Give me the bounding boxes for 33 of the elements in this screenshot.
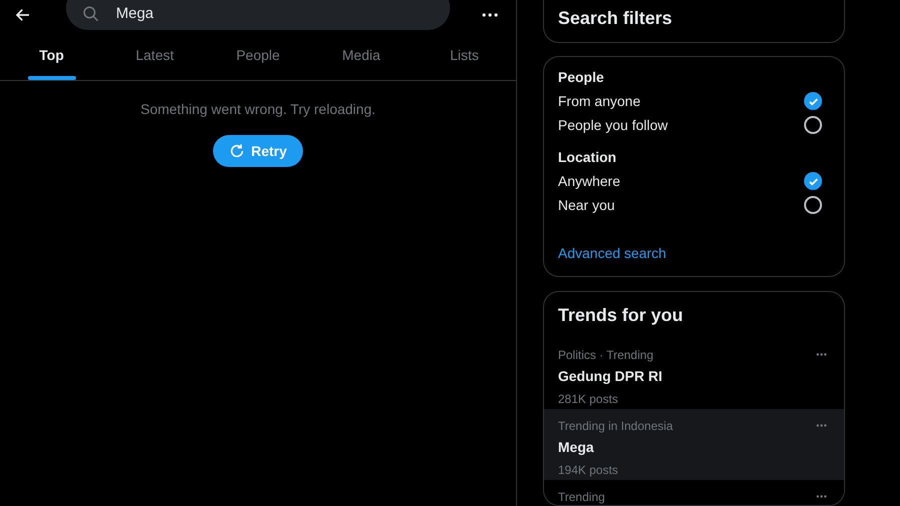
tab[interactable]: People xyxy=(206,30,310,80)
search-icon xyxy=(82,5,100,23)
trend-context: Trending xyxy=(558,489,605,505)
filter-option[interactable]: People you follow xyxy=(558,114,668,136)
filter-option[interactable]: Anywhere xyxy=(558,170,620,192)
filter-option[interactable]: From anyone xyxy=(558,90,640,112)
group-heading: People xyxy=(558,68,605,87)
post-count: 281K posts xyxy=(558,391,620,408)
search-text: Mega xyxy=(116,4,154,24)
radio-button[interactable] xyxy=(804,92,822,110)
group-heading: Location xyxy=(558,148,618,167)
trend-context: Trending in Indonesia xyxy=(558,418,673,435)
post-count: 194K posts xyxy=(558,462,620,479)
card-title: Trends for you xyxy=(557,304,684,327)
card-title: Search filters xyxy=(558,7,672,30)
trend-name: Mega xyxy=(558,438,595,457)
tab[interactable]: Lists xyxy=(412,30,516,80)
tab[interactable]: Top xyxy=(0,30,104,80)
tab[interactable]: Media xyxy=(310,30,413,80)
filter-option[interactable]: Near you xyxy=(558,194,615,216)
refresh-icon xyxy=(229,143,246,159)
more-icon[interactable] xyxy=(482,13,498,17)
radio-button[interactable] xyxy=(804,196,822,214)
search-field[interactable]: Mega xyxy=(66,0,450,30)
tab[interactable]: Latest xyxy=(103,30,206,80)
trend-item[interactable]: Trending in Indonesia Mega 194K posts xyxy=(544,409,844,480)
error-message: Something went wrong. Try reloading. xyxy=(140,100,376,119)
trend-context: Politics · Trending xyxy=(558,347,654,364)
trend-name: Gedung DPR RI xyxy=(558,367,664,386)
tab-indicator xyxy=(28,76,76,80)
radio-button[interactable] xyxy=(804,172,822,190)
radio-button[interactable] xyxy=(804,116,822,134)
advanced-search-link[interactable]: Advanced search xyxy=(558,243,830,264)
